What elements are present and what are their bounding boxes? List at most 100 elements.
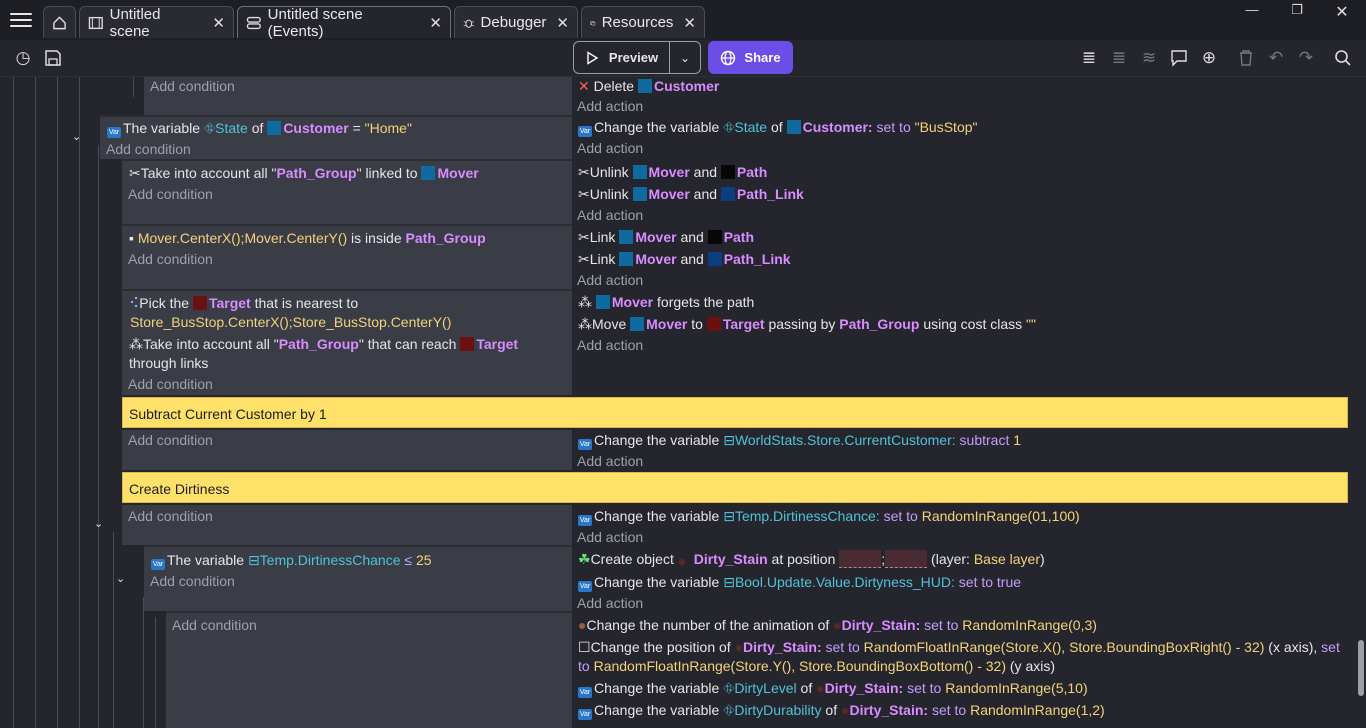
tab-events[interactable]: Untitled scene (Events) ✕ bbox=[237, 5, 451, 40]
menu-icon[interactable] bbox=[10, 9, 32, 31]
chevron-down-icon[interactable]: ⌄ bbox=[72, 130, 81, 143]
redo-icon[interactable]: ↷ bbox=[1295, 47, 1317, 69]
condition-text: through links bbox=[129, 355, 209, 371]
add-condition[interactable]: Add condition bbox=[172, 616, 257, 634]
share-label: Share bbox=[744, 50, 781, 65]
chevron-down-icon[interactable]: ⌄ bbox=[94, 517, 103, 530]
action-row[interactable]: ☐Change the position of ●Dirty_Stain: se… bbox=[578, 638, 1340, 656]
tab-scene[interactable]: Untitled scene ✕ bbox=[79, 5, 234, 40]
add-action[interactable]: Add action bbox=[577, 336, 643, 354]
action-row-continued[interactable]: to RandomFloatInRange(Store.Y(), Store.B… bbox=[578, 657, 1055, 675]
undo-icon[interactable]: ↶ bbox=[1265, 47, 1287, 69]
vertical-scrollbar[interactable] bbox=[1358, 640, 1364, 696]
window-close-icon[interactable]: ✕ bbox=[1330, 2, 1354, 22]
globe-icon bbox=[721, 50, 736, 65]
add-condition[interactable]: Add condition bbox=[128, 375, 213, 393]
add-icon[interactable]: ⊕ bbox=[1198, 47, 1220, 69]
add-condition[interactable]: Add condition bbox=[128, 185, 213, 203]
unlink-icon: ✂ bbox=[578, 164, 590, 180]
condition-row[interactable]: ⁂Take into account all "Path_Group" that… bbox=[129, 335, 518, 353]
add-event-icon[interactable]: ≣ bbox=[1078, 47, 1100, 69]
action-row[interactable]: ●Change the number of the animation of ●… bbox=[578, 616, 1097, 634]
action-row[interactable]: Var Change the variable ⊟Bool.Update.Valu… bbox=[578, 573, 1021, 592]
restore-icon[interactable]: ❐ bbox=[1285, 2, 1309, 22]
object-thumbnail bbox=[619, 252, 634, 266]
add-subevent-icon[interactable]: ≣ bbox=[1108, 47, 1130, 69]
add-group-icon[interactable]: ≋ bbox=[1138, 47, 1160, 69]
condition-row[interactable]: Var The variable ⊟Temp.DirtinessChance ≤ … bbox=[151, 551, 432, 570]
action-row[interactable]: Var Change the variable ⛗DirtyLevel of ●D… bbox=[578, 679, 1088, 698]
tab-label: Untitled scene (Events) bbox=[267, 5, 363, 40]
add-condition[interactable]: Add condition bbox=[150, 572, 235, 590]
action-row[interactable]: ☘Create object ● Dirty_Stain at position … bbox=[578, 550, 1045, 569]
action-row[interactable]: Var Change the variable ⊟WorldStats.Store… bbox=[578, 431, 1021, 450]
add-action[interactable]: Add action bbox=[577, 206, 643, 224]
search-icon[interactable] bbox=[1332, 47, 1354, 69]
action-row[interactable]: ⁂ Mover forgets the path bbox=[578, 293, 754, 311]
add-action[interactable]: Add action bbox=[577, 594, 643, 612]
add-condition[interactable]: Add condition bbox=[128, 507, 213, 525]
chevron-down-icon[interactable]: ⌄ bbox=[670, 51, 700, 65]
comment-event[interactable]: Subtract Current Customer by 1 bbox=[122, 397, 1348, 428]
tab-label: Resources bbox=[601, 14, 674, 31]
variable-tree-icon: ⛗ bbox=[723, 680, 735, 696]
action-row[interactable]: ✕ Delete Customer bbox=[578, 77, 719, 95]
create-object-icon: ☘ bbox=[578, 551, 591, 567]
action-row[interactable]: Var Change the variable ⛗DirtyDurability … bbox=[578, 701, 1105, 720]
app-window: Untitled scene ✕ Untitled scene (Events)… bbox=[0, 0, 1366, 728]
add-condition[interactable]: Add condition bbox=[128, 250, 213, 268]
condition-row[interactable]: ⠪Pick the Target that is nearest to bbox=[129, 294, 358, 312]
scene-variable-icon: ⊟ bbox=[247, 552, 260, 568]
preview-main[interactable]: Preview bbox=[574, 42, 670, 73]
chevron-down-icon[interactable]: ⌄ bbox=[116, 572, 125, 585]
tab-debugger[interactable]: Debugger ✕ bbox=[454, 6, 578, 38]
condition-row[interactable]: Var The variable ⛗State of Customer = "Ho… bbox=[107, 119, 412, 138]
object-thumbnail bbox=[619, 230, 634, 244]
action-row[interactable]: Var Change the variable ⛗State of Custome… bbox=[578, 118, 978, 137]
add-action[interactable]: Add action bbox=[577, 528, 643, 546]
close-icon[interactable]: ✕ bbox=[683, 14, 696, 32]
action-row[interactable]: ✂Unlink Mover and Path_Link bbox=[578, 185, 804, 203]
preview-button[interactable]: Preview ⌄ bbox=[573, 41, 701, 74]
tab-resources[interactable]: Resources ✕ bbox=[581, 6, 705, 38]
add-condition[interactable]: Add condition bbox=[150, 77, 235, 95]
add-comment-icon[interactable] bbox=[1168, 47, 1190, 69]
link-icon: ✂ bbox=[578, 229, 590, 245]
close-icon[interactable]: ✕ bbox=[212, 14, 225, 32]
history-icon[interactable]: ◷ bbox=[12, 47, 34, 69]
add-condition[interactable]: Add condition bbox=[106, 140, 191, 158]
object-thumbnail: ● bbox=[734, 639, 744, 655]
close-icon[interactable]: ✕ bbox=[429, 14, 442, 32]
condition-row[interactable]: ✂Take into account all "Path_Group" link… bbox=[129, 164, 479, 182]
tab-home[interactable] bbox=[43, 6, 76, 38]
add-condition[interactable]: Add condition bbox=[128, 431, 213, 449]
position-y-placeholder[interactable] bbox=[885, 550, 928, 568]
events-sheet: Add condition ✕ Delete Customer Add acti… bbox=[0, 77, 1366, 728]
position-icon: ☐ bbox=[578, 639, 591, 655]
action-row[interactable]: ✂Link Mover and Path bbox=[578, 228, 754, 246]
add-action[interactable]: Add action bbox=[577, 139, 643, 157]
tab-label: Untitled scene bbox=[109, 5, 161, 40]
link-icon: ✂ bbox=[578, 251, 590, 267]
save-icon[interactable] bbox=[42, 47, 64, 69]
action-row[interactable]: Var Change the variable ⊟Temp.DirtinessCh… bbox=[578, 507, 1080, 526]
add-action[interactable]: Add action bbox=[577, 97, 643, 115]
pathfinding-icon: ⁂ bbox=[129, 336, 143, 352]
comment-event[interactable]: Create Dirtiness bbox=[122, 472, 1348, 503]
variable-tree-icon: ⛗ bbox=[723, 702, 735, 718]
object-thumbnail: ● bbox=[677, 553, 687, 569]
action-row[interactable]: ✂Link Mover and Path_Link bbox=[578, 250, 791, 268]
condition-row[interactable]: ▪ Mover.CenterX();Mover.CenterY() is ins… bbox=[129, 229, 486, 247]
action-row[interactable]: ⁂Move Mover to Target passing by Path_Gr… bbox=[578, 315, 1036, 333]
share-button[interactable]: Share bbox=[708, 41, 793, 74]
action-row[interactable]: ✂Unlink Mover and Path bbox=[578, 163, 767, 181]
delete-icon[interactable] bbox=[1235, 47, 1257, 69]
variable-icon: Var bbox=[578, 126, 592, 137]
variable-icon: Var bbox=[578, 515, 592, 526]
add-action[interactable]: Add action bbox=[577, 452, 643, 470]
position-x-placeholder[interactable] bbox=[839, 550, 882, 568]
minimize-icon[interactable]: — bbox=[1240, 2, 1264, 22]
add-action[interactable]: Add action bbox=[577, 271, 643, 289]
close-icon[interactable]: ✕ bbox=[556, 14, 569, 32]
object-thumbnail bbox=[630, 317, 645, 331]
